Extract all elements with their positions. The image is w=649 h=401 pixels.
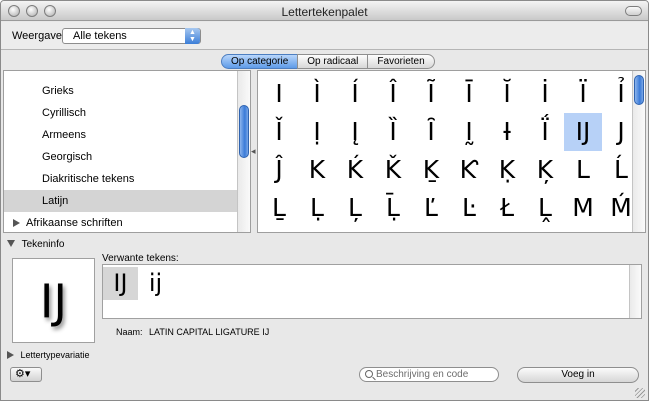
- related-scrollbar[interactable]: [629, 265, 641, 318]
- disclosure-closed-icon[interactable]: [7, 351, 14, 359]
- list-item-hidden: [4, 71, 238, 77]
- char-cell[interactable]: Ľ: [412, 189, 450, 227]
- character-grid: ḾMḼŁĿĽḸĻḶḺĹLĶḲƘḴǨḰKĴJĲḮƗḬȊȈĮỊǏỈÏİĬĪĨÎÍÌI: [257, 70, 646, 233]
- related-char[interactable]: Ĳ: [103, 267, 138, 300]
- category-tabs: Op categorie Op radicaal Favorieten: [221, 54, 435, 69]
- char-cell[interactable]: Ị: [298, 113, 336, 151]
- name-label: Naam:: [116, 327, 143, 337]
- char-cell[interactable]: Į: [336, 113, 374, 151]
- char-cell[interactable]: Ǩ: [374, 151, 412, 189]
- char-cell[interactable]: Ļ: [336, 189, 374, 227]
- char-cell[interactable]: Î: [374, 75, 412, 113]
- char-cell[interactable]: Ḳ: [488, 151, 526, 189]
- grid-scrollbar[interactable]: [632, 71, 645, 232]
- tab-op-radicaal[interactable]: Op radicaal: [297, 54, 369, 69]
- char-cell[interactable]: Ḷ: [298, 189, 336, 227]
- gear-icon: ⚙▾: [15, 368, 31, 380]
- select-arrows-icon: ▲ ▼: [185, 28, 200, 44]
- search-input[interactable]: [376, 368, 494, 381]
- related-label: Verwante tekens:: [102, 253, 179, 264]
- char-cell[interactable]: Ķ: [526, 151, 564, 189]
- char-cell[interactable]: Ï: [564, 75, 602, 113]
- char-cell[interactable]: İ: [526, 75, 564, 113]
- char-cell[interactable]: Ḱ: [336, 151, 374, 189]
- char-cell[interactable]: Ŀ: [450, 189, 488, 227]
- char-cell[interactable]: I: [260, 75, 298, 113]
- char-cell[interactable]: Ɨ: [488, 113, 526, 151]
- char-cell[interactable]: K: [298, 151, 336, 189]
- insert-button[interactable]: Voeg in: [517, 367, 639, 383]
- variatie-label: Lettertypevariatie: [20, 350, 90, 360]
- list-item[interactable]: Georgisch: [4, 146, 238, 168]
- char-cell[interactable]: Ȋ: [412, 113, 450, 151]
- scroll-thumb[interactable]: [634, 75, 644, 105]
- tekeninfo-header[interactable]: Tekeninfo: [7, 239, 64, 250]
- char-cell[interactable]: M: [564, 189, 602, 227]
- char-cell[interactable]: Ȉ: [374, 113, 412, 151]
- list-item[interactable]: Armeens: [4, 124, 238, 146]
- disclosure-open-icon[interactable]: [7, 240, 15, 247]
- char-cell[interactable]: L: [564, 151, 602, 189]
- bottom-bar: ⚙▾ Voeg in: [1, 363, 648, 400]
- char-cell[interactable]: Ḻ: [260, 189, 298, 227]
- char-cell[interactable]: Í: [336, 75, 374, 113]
- list-item[interactable]: Diakritische tekens: [4, 168, 238, 190]
- window-title: Lettertekenpalet: [281, 5, 368, 19]
- char-cell[interactable]: Ĳ: [564, 113, 602, 151]
- char-cell[interactable]: Ḽ: [526, 189, 564, 227]
- search-icon: [365, 370, 373, 378]
- view-label: Weergave:: [12, 30, 65, 42]
- view-select[interactable]: Alle tekens ▲ ▼: [62, 28, 201, 44]
- character-palette-window: Lettertekenpalet Weergave: Alle tekens ▲…: [0, 0, 649, 401]
- char-cell[interactable]: Ḭ: [450, 113, 488, 151]
- list-item[interactable]: Grieks: [4, 80, 238, 102]
- titlebar: Lettertekenpalet: [1, 1, 648, 21]
- char-cell[interactable]: Ḵ: [412, 151, 450, 189]
- tekeninfo-label: Tekeninfo: [21, 239, 65, 250]
- char-cell[interactable]: Ƙ: [450, 151, 488, 189]
- tab-op-categorie[interactable]: Op categorie: [221, 54, 299, 69]
- lettertypevariatie-header[interactable]: Lettertypevariatie: [7, 350, 90, 360]
- char-cell[interactable]: Ĩ: [412, 75, 450, 113]
- gear-menu-button[interactable]: ⚙▾: [10, 367, 42, 382]
- category-scrollbar[interactable]: [237, 71, 250, 232]
- related-char[interactable]: ĳ: [138, 267, 173, 300]
- name-value: LATIN CAPITAL LIGATURE IJ: [149, 327, 270, 337]
- view-select-value: Alle tekens: [73, 30, 127, 42]
- char-cell[interactable]: Ĭ: [488, 75, 526, 113]
- resize-grip-icon[interactable]: [635, 388, 645, 398]
- toolbar: Weergave: Alle tekens ▲ ▼: [1, 22, 648, 50]
- char-cell[interactable]: Ḹ: [374, 189, 412, 227]
- character-preview: Ĳ: [12, 258, 95, 343]
- list-item[interactable]: Cyrillisch: [4, 102, 238, 124]
- tab-favorieten[interactable]: Favorieten: [367, 54, 435, 69]
- list-group-afrikaanse-schriften[interactable]: Afrikaanse schriften: [4, 212, 238, 232]
- group-label: Afrikaanse schriften: [26, 217, 123, 229]
- search-field[interactable]: [359, 367, 499, 382]
- char-cell[interactable]: Ì: [298, 75, 336, 113]
- disclosure-triangle-icon[interactable]: [13, 219, 20, 227]
- char-cell[interactable]: Ḯ: [526, 113, 564, 151]
- char-cell[interactable]: Ł: [488, 189, 526, 227]
- list-item-selected[interactable]: Latijn: [4, 190, 238, 212]
- char-cell[interactable]: Ǐ: [260, 113, 298, 151]
- scroll-thumb[interactable]: [239, 105, 249, 158]
- category-list: Grieks Cyrillisch Armeens Georgisch Diak…: [3, 70, 251, 233]
- toolbar-toggle-icon[interactable]: [625, 6, 642, 16]
- related-characters: Ĳ ĳ: [102, 264, 642, 319]
- char-cell[interactable]: Ĵ: [260, 151, 298, 189]
- char-cell[interactable]: Ī: [450, 75, 488, 113]
